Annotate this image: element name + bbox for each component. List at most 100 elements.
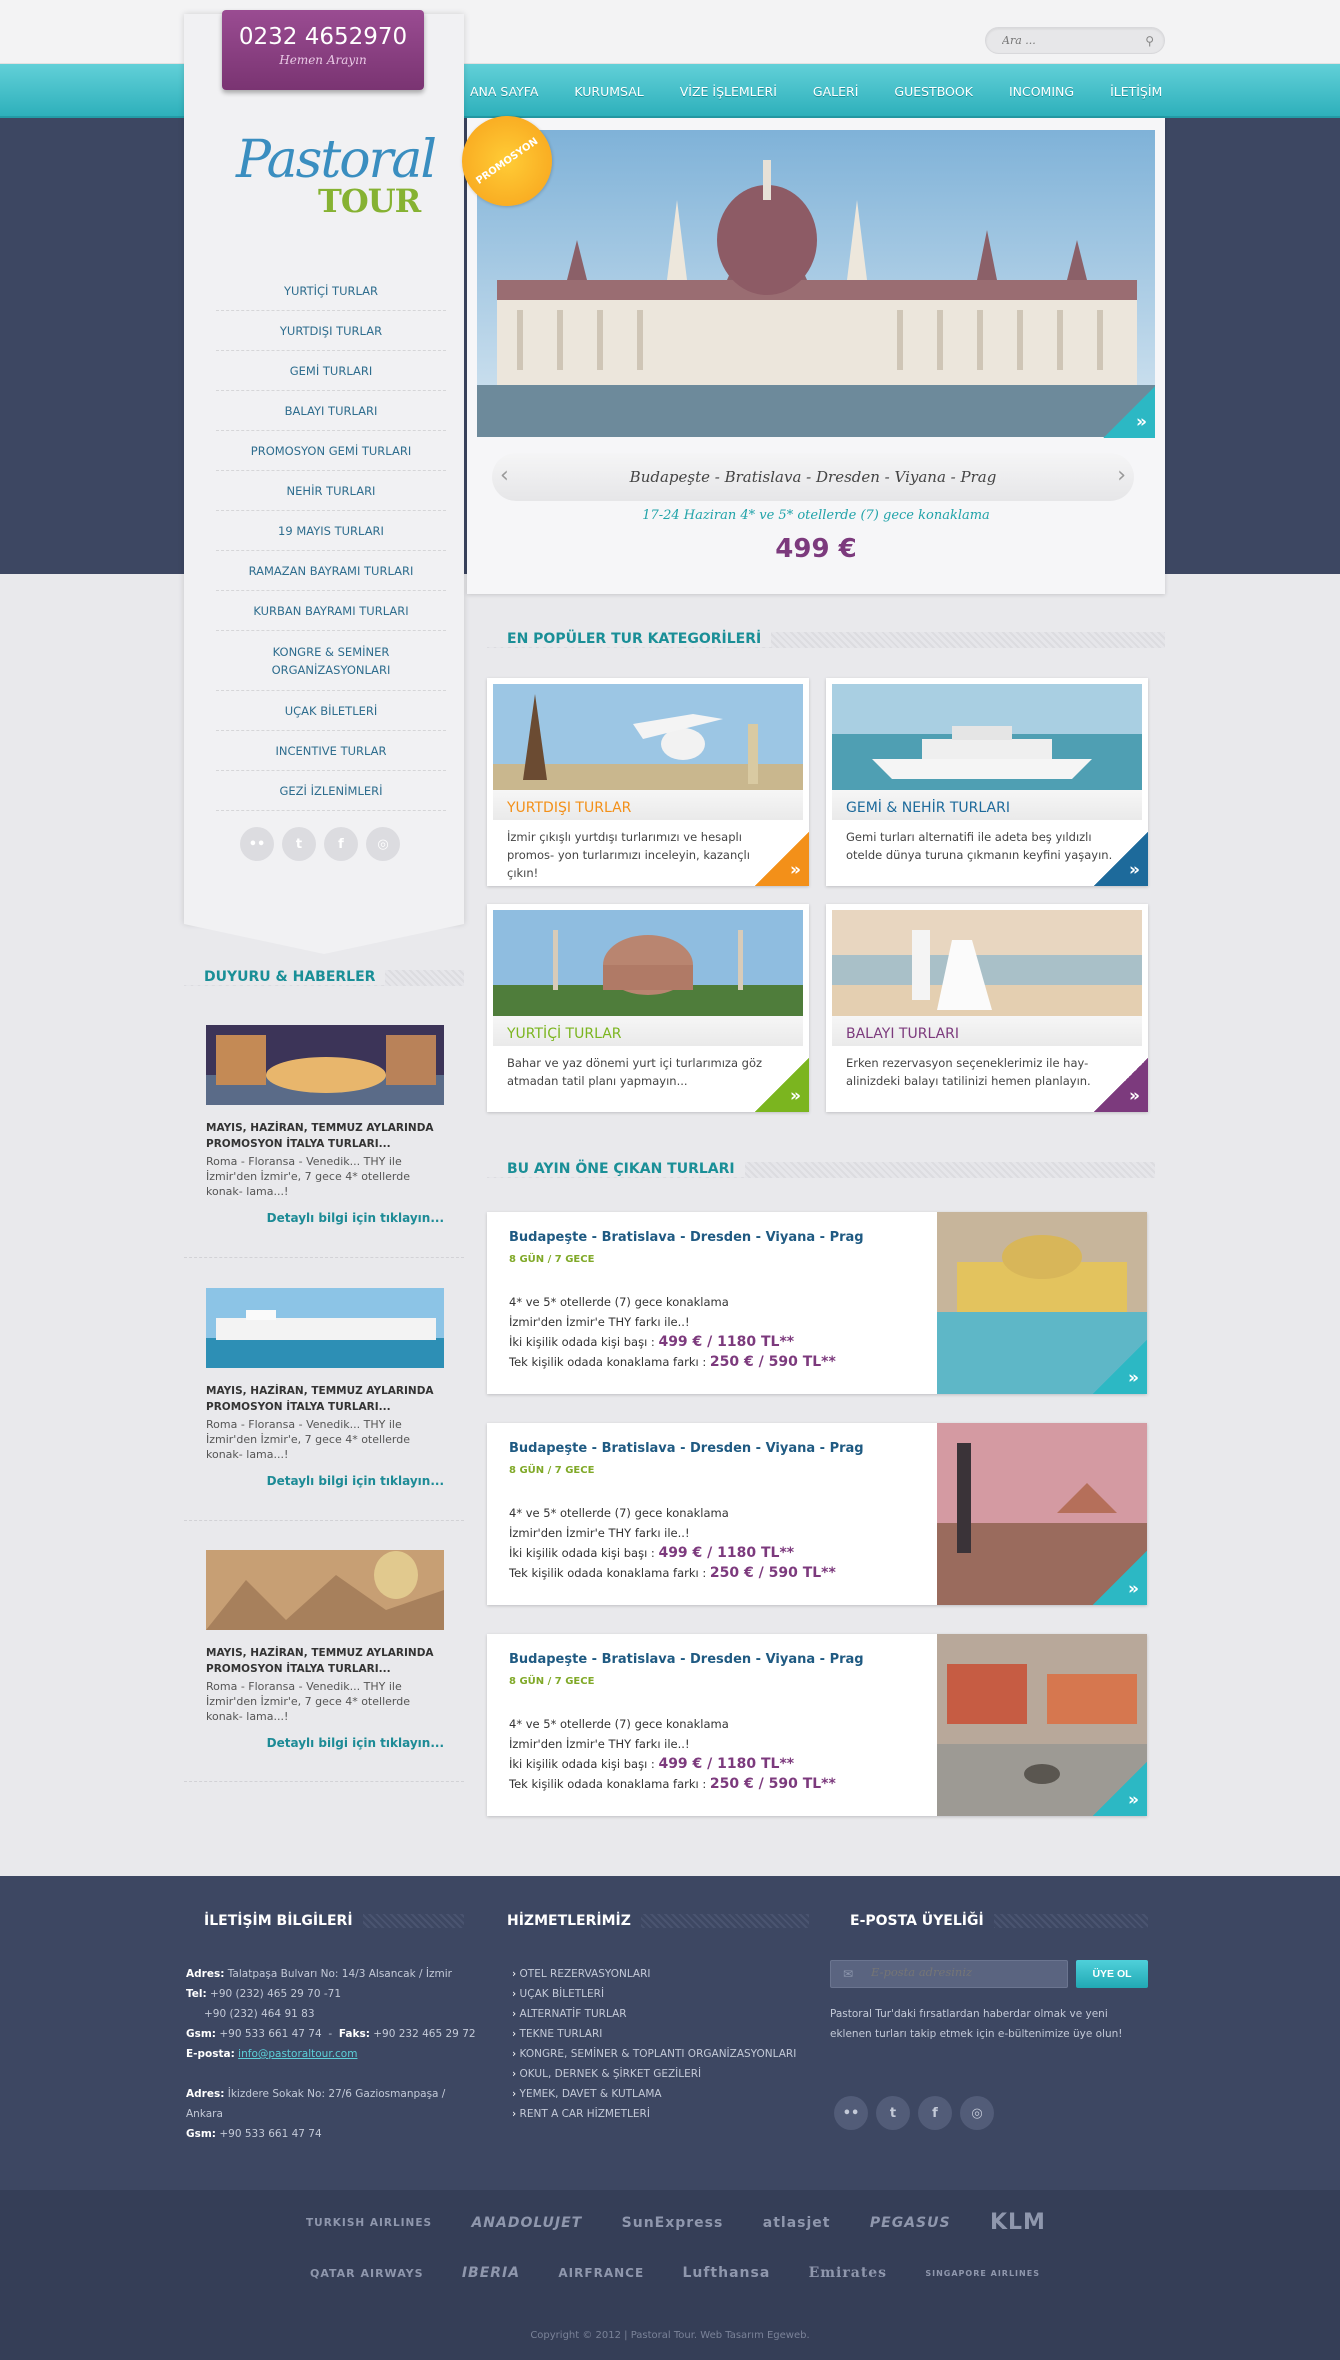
subscribe-button[interactable]: ÜYE OL — [1076, 1960, 1148, 1988]
offer-duration: 8 GÜN / 7 GECE — [509, 1676, 595, 1687]
category-card[interactable]: GEMİ & NEHİR TURLARI Gemi turları altern… — [826, 678, 1148, 886]
slider-more-button[interactable]: » — [1103, 386, 1155, 438]
service-link[interactable]: TEKNE TURLARI — [512, 2024, 796, 2044]
offer-more-button[interactable]: » — [1093, 1340, 1147, 1394]
services-list: OTEL REZERVASYONLARI UÇAK BİLETLERİ ALTE… — [512, 1964, 797, 2124]
logo-word-tour: TOUR — [318, 182, 421, 220]
slider-image[interactable] — [477, 130, 1155, 437]
phone-number: 0232 4652970 — [238, 24, 408, 50]
copyright: Copyright © 2012 | Pastoral Tour. Web Ta… — [530, 2330, 810, 2341]
news-text: Roma - Floransa - Venedik... THY ile İzm… — [206, 1155, 410, 1198]
chevron-right-icon[interactable]: › — [1117, 463, 1126, 488]
nav-kurumsal[interactable]: KURUMSAL — [574, 84, 643, 99]
section-title: BU AYIN ÖNE ÇIKAN TURLARI — [487, 1161, 745, 1177]
logo[interactable]: Pastoral TOUR — [236, 130, 437, 230]
footer-social: •• t f ◎ — [834, 2096, 994, 2130]
rss-icon[interactable]: ◎ — [960, 2096, 994, 2130]
service-link[interactable]: UÇAK BİLETLERİ — [512, 1984, 796, 2004]
twitter-icon[interactable]: t — [876, 2096, 910, 2130]
news-image[interactable] — [206, 1288, 444, 1368]
sidebar-item[interactable]: PROMOSYON GEMİ TURLARI — [216, 431, 446, 471]
sidebar-item[interactable]: KONGRE & SEMİNER ORGANİZASYONLARI — [216, 631, 446, 691]
news-image[interactable] — [206, 1025, 444, 1105]
newsletter-email-input[interactable] — [871, 1965, 1061, 1979]
footer-header-contact: İLETİŞİM BİLGİLERİ — [184, 1914, 464, 1928]
nav-guestbook[interactable]: GUESTBOOK — [894, 84, 973, 99]
search-input[interactable] — [1002, 28, 1142, 53]
qatar-airways-logo: QATAR AIRWAYS — [310, 2266, 424, 2280]
sidebar-item[interactable]: GEMİ TURLARI — [216, 351, 446, 391]
turkish-airlines-logo: TURKISH AIRLINES — [306, 2216, 433, 2229]
card-more-button[interactable]: » — [755, 832, 809, 886]
news-image[interactable] — [206, 1550, 444, 1630]
offer-title[interactable]: Budapeşte - Bratislava - Dresden - Viyan… — [509, 1230, 864, 1245]
airline-logos-row1: TURKISH AIRLINES ANADOLUJET SunExpress a… — [306, 2210, 1046, 2235]
twitter-icon[interactable]: t — [282, 827, 316, 861]
anadolujet-logo: ANADOLUJET — [471, 2214, 583, 2231]
offer-card[interactable]: Budapeşte - Bratislava - Dresden - Viyan… — [487, 1634, 1147, 1816]
card-title: GEMİ & NEHİR TURLARI — [832, 790, 1142, 820]
news-link[interactable]: Detaylı bilgi için tıklayın... — [206, 1474, 444, 1488]
category-card[interactable]: BALAYI TURLARI Erken rezervasyon seçenek… — [826, 904, 1148, 1112]
service-link[interactable]: ALTERNATİF TURLAR — [512, 2004, 796, 2024]
offer-more-button[interactable]: » — [1093, 1551, 1147, 1605]
sidebar-item[interactable]: GEZİ İZLENİMLERİ — [216, 771, 446, 811]
facebook-icon[interactable]: f — [324, 827, 358, 861]
sidebar-item[interactable]: NEHİR TURLARI — [216, 471, 446, 511]
sidebar-item[interactable]: BALAYI TURLARI — [216, 391, 446, 431]
sidebar-social: •• t f ◎ — [240, 827, 400, 861]
news-item: MAYIS, HAZİRAN, TEMMUZ AYLARINDA PROMOSY… — [206, 1550, 444, 1750]
search-box[interactable]: ⚲ — [985, 27, 1165, 54]
service-link[interactable]: KONGRE, SEMİNER & TOPLANTI ORGANİZASYONL… — [512, 2044, 797, 2064]
double-chevron-icon: » — [1128, 1368, 1139, 1388]
sidebar-item[interactable]: 19 MAYIS TURLARI — [216, 511, 446, 551]
category-card[interactable]: YURTİÇİ TURLAR Bahar ve yaz dönemi yurt … — [487, 904, 809, 1112]
offer-title[interactable]: Budapeşte - Bratislava - Dresden - Viyan… — [509, 1652, 864, 1667]
sidebar-item[interactable]: INCENTIVE TURLAR — [216, 731, 446, 771]
flickr-icon[interactable]: •• — [834, 2096, 868, 2130]
offer-duration: 8 GÜN / 7 GECE — [509, 1465, 595, 1476]
card-more-button[interactable]: » — [755, 1058, 809, 1112]
card-image — [832, 684, 1142, 790]
sidebar-item[interactable]: UÇAK BİLETLERİ — [216, 691, 446, 731]
service-link[interactable]: OTEL REZERVASYONLARI — [512, 1964, 796, 1984]
double-chevron-icon: » — [790, 1086, 801, 1106]
sidebar-item[interactable]: YURTDIŞI TURLAR — [216, 311, 446, 351]
card-text: Erken rezervasyon seçeneklerimiz ile hay… — [846, 1056, 1091, 1088]
offer-more-button[interactable]: » — [1093, 1762, 1147, 1816]
news-link[interactable]: Detaylı bilgi için tıklayın... — [206, 1736, 444, 1750]
category-card[interactable]: YURTDIŞI TURLAR İzmir çıkışlı yurtdışı t… — [487, 678, 809, 886]
offer-title[interactable]: Budapeşte - Bratislava - Dresden - Viyan… — [509, 1441, 864, 1456]
offer-card[interactable]: Budapeşte - Bratislava - Dresden - Viyan… — [487, 1423, 1147, 1605]
card-more-button[interactable]: » — [1094, 1058, 1148, 1112]
newsletter-field[interactable]: ✉ — [830, 1960, 1068, 1988]
nav-incoming[interactable]: INCOMING — [1009, 84, 1074, 99]
offer-card[interactable]: Budapeşte - Bratislava - Dresden - Viyan… — [487, 1212, 1147, 1394]
flickr-icon[interactable]: •• — [240, 827, 274, 861]
offer-details: 4* ve 5* otellerde (7) gece konaklama İz… — [509, 1295, 836, 1370]
double-chevron-icon: » — [1129, 1086, 1140, 1106]
service-link[interactable]: OKUL, DERNEK & ŞİRKET GEZİLERİ — [512, 2064, 796, 2084]
phone-ribbon[interactable]: 0232 4652970 Hemen Arayın — [222, 10, 424, 90]
sidebar-item[interactable]: YURTİÇİ TURLAR — [216, 271, 446, 311]
service-link[interactable]: RENT A CAR HİZMETLERİ — [512, 2104, 796, 2124]
sidebar-item[interactable]: KURBAN BAYRAMI TURLARI — [216, 591, 446, 631]
news-text: Roma - Floransa - Venedik... THY ile İzm… — [206, 1680, 410, 1723]
card-more-button[interactable]: » — [1094, 832, 1148, 886]
news-text: Roma - Floransa - Venedik... THY ile İzm… — [206, 1418, 410, 1461]
nav-galeri[interactable]: GALERİ — [813, 84, 858, 99]
search-icon[interactable]: ⚲ — [1145, 34, 1154, 48]
news-link[interactable]: Detaylı bilgi için tıklayın... — [206, 1211, 444, 1225]
divider — [184, 1520, 464, 1521]
nav-iletisim[interactable]: İLETİŞİM — [1110, 84, 1162, 99]
rss-icon[interactable]: ◎ — [366, 827, 400, 861]
email-link[interactable]: info@pastoraltour.com — [238, 2048, 357, 2060]
service-link[interactable]: YEMEK, DAVET & KUTLAMA — [512, 2084, 796, 2104]
nav-vize[interactable]: VİZE İŞLEMLERİ — [680, 84, 777, 99]
card-title: BALAYI TURLARI — [832, 1016, 1142, 1046]
sidebar-item[interactable]: RAMAZAN BAYRAMI TURLARI — [216, 551, 446, 591]
nav-ana-sayfa[interactable]: ANA SAYFA — [470, 84, 538, 99]
facebook-icon[interactable]: f — [918, 2096, 952, 2130]
footer-header-services: HİZMETLERİMİZ — [487, 1914, 809, 1928]
section-title: EN POPÜLER TUR KATEGORİLERİ — [487, 631, 772, 647]
